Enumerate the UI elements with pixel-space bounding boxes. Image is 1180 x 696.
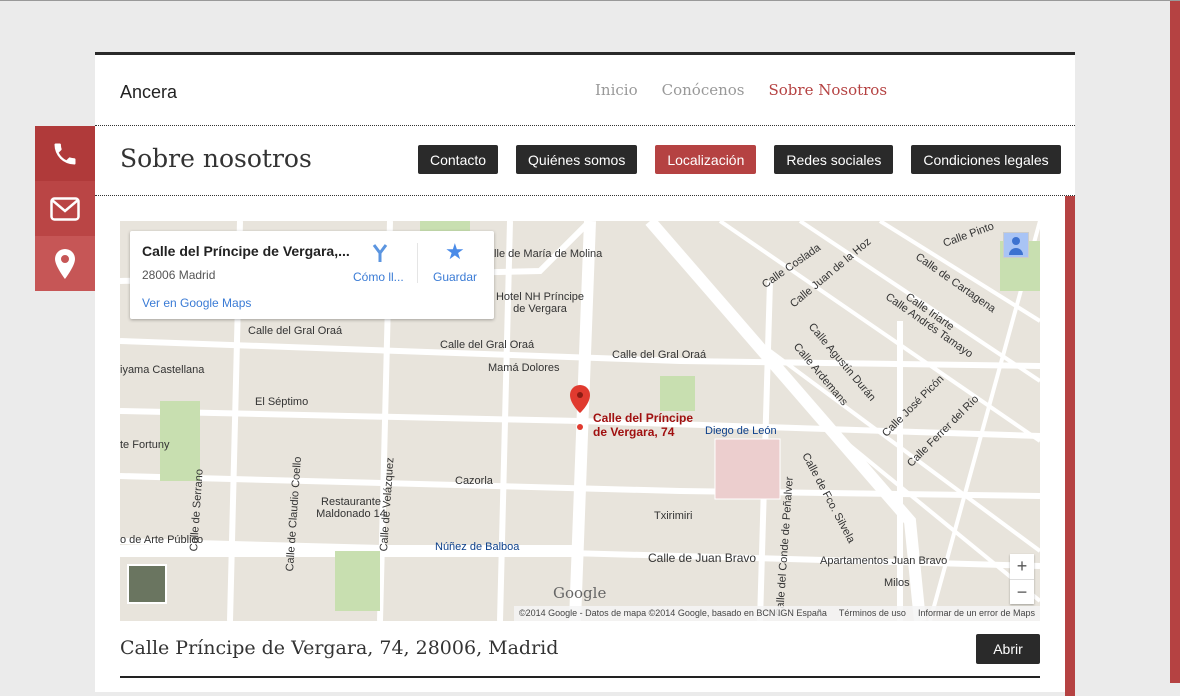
tab-quienes-somos[interactable]: Quiénes somos bbox=[516, 145, 638, 174]
report-error-link[interactable]: Informar de un error de Maps bbox=[918, 608, 1035, 619]
nav-sobre-nosotros[interactable]: Sobre Nosotros bbox=[769, 81, 888, 99]
address-text: Calle Príncipe de Vergara, 74, 28006, Ma… bbox=[120, 637, 559, 659]
section-tabs: Contacto Quiénes somos Localización Rede… bbox=[418, 145, 1061, 174]
google-logo: Google bbox=[553, 584, 607, 602]
divider bbox=[120, 676, 1040, 678]
terms-link[interactable]: Términos de uso bbox=[839, 608, 906, 619]
star-icon: ★ bbox=[445, 239, 465, 264]
map-label: o de Arte Público bbox=[120, 534, 204, 546]
open-button[interactable]: Abrir bbox=[976, 634, 1040, 664]
map-label: Restaurante Maldonado 14 bbox=[316, 496, 386, 520]
zoom-control: + − bbox=[1010, 554, 1034, 604]
map-label: Mamá Dolores bbox=[488, 362, 560, 374]
location-button[interactable] bbox=[35, 236, 95, 291]
phone-button[interactable] bbox=[35, 126, 95, 181]
directions-icon bbox=[372, 244, 388, 262]
side-contact-bar bbox=[35, 126, 95, 291]
place-subtitle: 28006 Madrid bbox=[142, 268, 216, 282]
tab-condiciones-legales[interactable]: Condiciones legales bbox=[911, 145, 1061, 174]
tab-localizacion[interactable]: Localización bbox=[655, 145, 757, 174]
divider bbox=[95, 195, 1075, 196]
map-label: Hotel NH Príncipe de Vergara bbox=[495, 291, 585, 315]
street-view-pegman-icon[interactable] bbox=[1003, 232, 1029, 258]
place-info-card: Calle del Príncipe de Vergara,... 28006 … bbox=[130, 231, 494, 319]
map-label: El Séptimo bbox=[255, 396, 309, 408]
tab-redes-sociales[interactable]: Redes sociales bbox=[774, 145, 894, 174]
save-button[interactable]: Guardar bbox=[433, 270, 477, 284]
view-in-google-maps-link[interactable]: Ver en Google Maps bbox=[142, 296, 251, 310]
map-label: Apartamentos Juan Bravo bbox=[820, 555, 948, 567]
tab-contacto[interactable]: Contacto bbox=[418, 145, 499, 174]
map-label: Calle del Gral Oraá bbox=[248, 325, 343, 337]
pin-label: Calle del Príncipe de Vergara, 74 bbox=[593, 411, 694, 439]
zoom-out-button[interactable]: − bbox=[1010, 579, 1034, 605]
map-label: Calle del Gral Oraá bbox=[440, 339, 535, 351]
nav-inicio[interactable]: Inicio bbox=[595, 81, 638, 99]
location-icon bbox=[55, 248, 75, 279]
place-title: Calle del Príncipe de Vergara,... bbox=[142, 243, 350, 259]
map-attribution: ©2014 Google - Datos de mapa ©2014 Googl… bbox=[513, 606, 1040, 621]
mail-icon bbox=[50, 196, 80, 221]
scrollbar[interactable] bbox=[1065, 196, 1075, 696]
map-label: Calle de María de Molina bbox=[480, 248, 603, 260]
map-label: Txirimiri bbox=[654, 510, 693, 522]
map-label: Cazorla bbox=[455, 475, 493, 487]
right-accent-bar bbox=[1170, 1, 1180, 683]
map-label: Núñez de Balboa bbox=[435, 541, 520, 553]
top-nav: Inicio Conócenos Sobre Nosotros bbox=[595, 81, 887, 99]
mail-button[interactable] bbox=[35, 181, 95, 236]
main-container: Ancera Inicio Conócenos Sobre Nosotros S… bbox=[95, 52, 1075, 696]
map-label: Calle de Juan Bravo bbox=[648, 551, 757, 565]
map-label: iyama Castellana bbox=[120, 364, 205, 376]
map-label: Milos bbox=[884, 577, 910, 589]
divider bbox=[95, 125, 1075, 126]
google-map[interactable]: Calle de María de Molina Hotel NH Prínci… bbox=[120, 221, 1040, 621]
page-title: Sobre nosotros bbox=[120, 144, 312, 173]
directions-button[interactable]: Cómo ll... bbox=[353, 270, 404, 284]
map-label: Calle del Gral Oraá bbox=[612, 349, 707, 361]
phone-icon bbox=[54, 143, 76, 164]
brand-logo[interactable]: Ancera bbox=[120, 82, 177, 103]
satellite-toggle[interactable] bbox=[127, 564, 167, 604]
zoom-in-button[interactable]: + bbox=[1010, 554, 1034, 579]
nav-conocenos[interactable]: Conócenos bbox=[662, 81, 745, 99]
map-label: Diego de León bbox=[705, 425, 777, 437]
map-label: te Fortuny bbox=[120, 439, 170, 451]
copyright-text: ©2014 Google - Datos de mapa ©2014 Googl… bbox=[518, 608, 827, 618]
